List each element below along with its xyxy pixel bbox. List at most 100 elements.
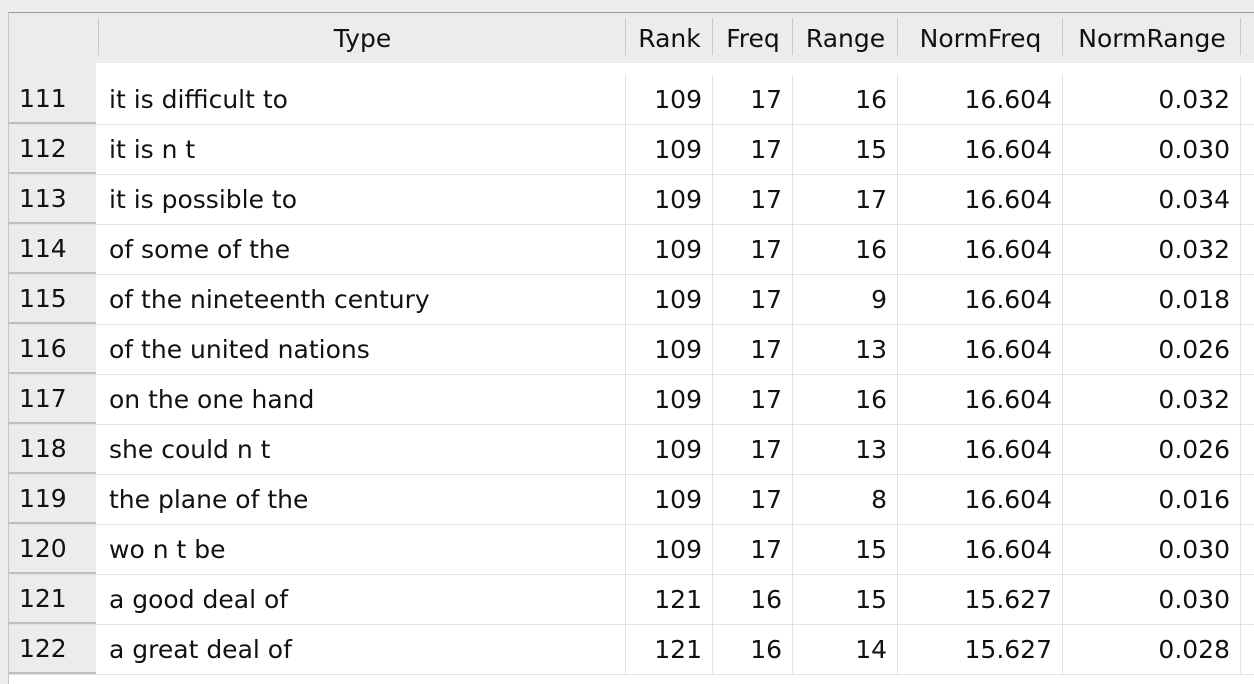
cell-normrange: 0.032 [1063,75,1241,124]
cell-rank: 121 [626,575,713,624]
table-row[interactable]: 121 a good deal of 121 16 15 15.627 0.030 [9,575,1254,625]
row-number: 111 [9,75,96,124]
table-row[interactable]: 116 of the united nations 109 17 13 16.604 0.0… [9,325,1254,375]
row-number: 118 [9,425,96,474]
cell-type: of the nineteenth century [99,275,626,324]
header-row-number [9,13,99,63]
cell-normfreq: 16.604 [898,75,1063,124]
header-rank[interactable]: Rank [626,13,713,63]
cell-freq: 16 [713,625,793,674]
cell-rank: 109 [626,475,713,524]
cell-freq: 17 [713,425,793,474]
cell-type: she could n t [99,425,626,474]
cell-normrange: 0.030 [1063,575,1241,624]
cell-normfreq: 16.604 [898,175,1063,224]
cell-range: 16 [793,225,898,274]
header-gap [9,63,1254,75]
table-row[interactable]: 111 it is difficult to 109 17 16 16.604 0.032 [9,75,1254,125]
table-row[interactable]: 119 the plane of the 109 17 8 16.604 0.016 [9,475,1254,525]
cell-rank: 109 [626,325,713,374]
cell-rank: 109 [626,125,713,174]
row-number: 122 [9,625,96,674]
cell-type: of the united nations [99,325,626,374]
row-number: 116 [9,325,96,374]
header-normfreq[interactable]: NormFreq [898,13,1063,63]
row-number: 117 [9,375,96,424]
cell-normfreq: 16.604 [898,475,1063,524]
table-row[interactable]: 117 on the one hand 109 17 16 16.604 0.032 [9,375,1254,425]
cell-rank: 109 [626,375,713,424]
cell-range: 16 [793,375,898,424]
cell-rank: 109 [626,175,713,224]
cell-range: 15 [793,575,898,624]
cell-freq: 17 [713,475,793,524]
cell-normfreq: 15.627 [898,575,1063,624]
row-number: 112 [9,125,96,174]
table-row[interactable]: 122 a great deal of 121 16 14 15.627 0.028 [9,625,1254,675]
cell-normfreq: 16.604 [898,225,1063,274]
cell-normfreq: 16.604 [898,525,1063,574]
row-number: 114 [9,225,96,274]
cell-normfreq: 16.604 [898,125,1063,174]
cell-normfreq: 16.604 [898,375,1063,424]
cell-range: 13 [793,425,898,474]
table-row[interactable]: 118 she could n t 109 17 13 16.604 0.026 [9,425,1254,475]
table-row[interactable]: 112 it is n t 109 17 15 16.604 0.030 [9,125,1254,175]
cell-rank: 121 [626,625,713,674]
cell-rank: 109 [626,75,713,124]
cell-range: 14 [793,625,898,674]
cell-type: wo n t be [99,525,626,574]
row-number: 113 [9,175,96,224]
row-number: 115 [9,275,96,324]
cell-freq: 17 [713,525,793,574]
cell-normrange: 0.032 [1063,375,1241,424]
cell-normrange: 0.018 [1063,275,1241,324]
cell-normrange: 0.030 [1063,525,1241,574]
table-row[interactable]: 114 of some of the 109 17 16 16.604 0.032 [9,225,1254,275]
cell-type: the plane of the [99,475,626,524]
cell-type: it is difficult to [99,75,626,124]
cell-freq: 16 [713,575,793,624]
cell-rank: 109 [626,525,713,574]
cell-normrange: 0.028 [1063,625,1241,674]
cell-range: 15 [793,125,898,174]
cell-range: 9 [793,275,898,324]
cell-range: 17 [793,175,898,224]
cell-range: 16 [793,75,898,124]
cell-type: a great deal of [99,625,626,674]
cell-type: a good deal of [99,575,626,624]
cell-normrange: 0.016 [1063,475,1241,524]
cell-range: 8 [793,475,898,524]
table-header: Type Rank Freq Range NormFreq NormRange [9,13,1254,63]
row-number: 121 [9,575,96,624]
results-table: Type Rank Freq Range NormFreq NormRange … [8,12,1254,684]
cell-type: on the one hand [99,375,626,424]
cell-freq: 17 [713,275,793,324]
cell-type: it is possible to [99,175,626,224]
cell-normfreq: 16.604 [898,425,1063,474]
cell-normrange: 0.026 [1063,425,1241,474]
cell-rank: 109 [626,225,713,274]
row-number: 120 [9,525,96,574]
table-row[interactable]: 120 wo n t be 109 17 15 16.604 0.030 [9,525,1254,575]
cell-normrange: 0.032 [1063,225,1241,274]
cell-normfreq: 16.604 [898,325,1063,374]
header-range[interactable]: Range [793,13,898,63]
table-body: 111 it is difficult to 109 17 16 16.604 0.032 1… [9,75,1254,675]
cell-freq: 17 [713,175,793,224]
cell-normfreq: 16.604 [898,275,1063,324]
cell-freq: 17 [713,225,793,274]
header-freq[interactable]: Freq [713,13,793,63]
cell-range: 13 [793,325,898,374]
cell-normrange: 0.026 [1063,325,1241,374]
table-row[interactable]: 113 it is possible to 109 17 17 16.604 0.034 [9,175,1254,225]
table-row[interactable]: 115 of the nineteenth century 109 17 9 16.604… [9,275,1254,325]
header-normrange[interactable]: NormRange [1063,13,1241,63]
header-type[interactable]: Type [99,13,626,63]
cell-normrange: 0.034 [1063,175,1241,224]
cell-rank: 109 [626,425,713,474]
cell-rank: 109 [626,275,713,324]
cell-type: of some of the [99,225,626,274]
cell-normfreq: 15.627 [898,625,1063,674]
cell-range: 15 [793,525,898,574]
